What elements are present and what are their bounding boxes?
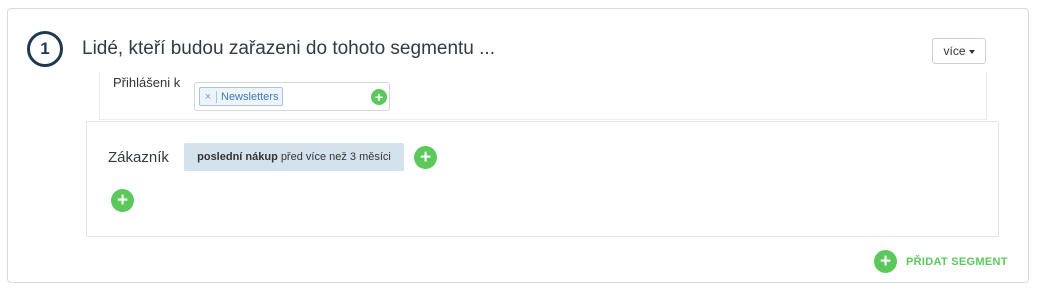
condition-rule-field: poslední nákup [197, 151, 278, 163]
segment-title: Lidé, kteří budou zařazeni do tohoto seg… [82, 38, 495, 59]
tag-label: Newsletters [221, 90, 279, 103]
subscription-label: Přihlášeni k [113, 75, 181, 90]
close-icon[interactable]: × [200, 90, 217, 103]
more-dropdown-button[interactable]: více [932, 38, 986, 64]
step-number-badge: 1 [27, 31, 63, 67]
add-condition-button[interactable]: + [111, 189, 134, 212]
condition-rule-value: před více než 3 měsíci [280, 151, 391, 163]
plus-circle-icon[interactable]: + [371, 89, 387, 105]
step-number: 1 [40, 39, 50, 58]
condition-group [86, 121, 999, 237]
add-rule-button[interactable]: + [414, 146, 437, 169]
condition-rule-chip[interactable]: poslední nákup před více než 3 měsíci [184, 143, 404, 171]
add-segment-button[interactable]: + PŘIDAT SEGMENT [874, 250, 1008, 273]
caret-down-icon [968, 50, 975, 54]
plus-circle-icon: + [874, 250, 897, 273]
subscription-tag: × Newsletters [199, 87, 284, 106]
more-label: více [943, 44, 966, 58]
add-segment-label: PŘIDAT SEGMENT [906, 255, 1008, 268]
condition-entity-label: Zákazník [108, 149, 169, 166]
subscription-tag-input[interactable]: × Newsletters + [194, 82, 390, 111]
